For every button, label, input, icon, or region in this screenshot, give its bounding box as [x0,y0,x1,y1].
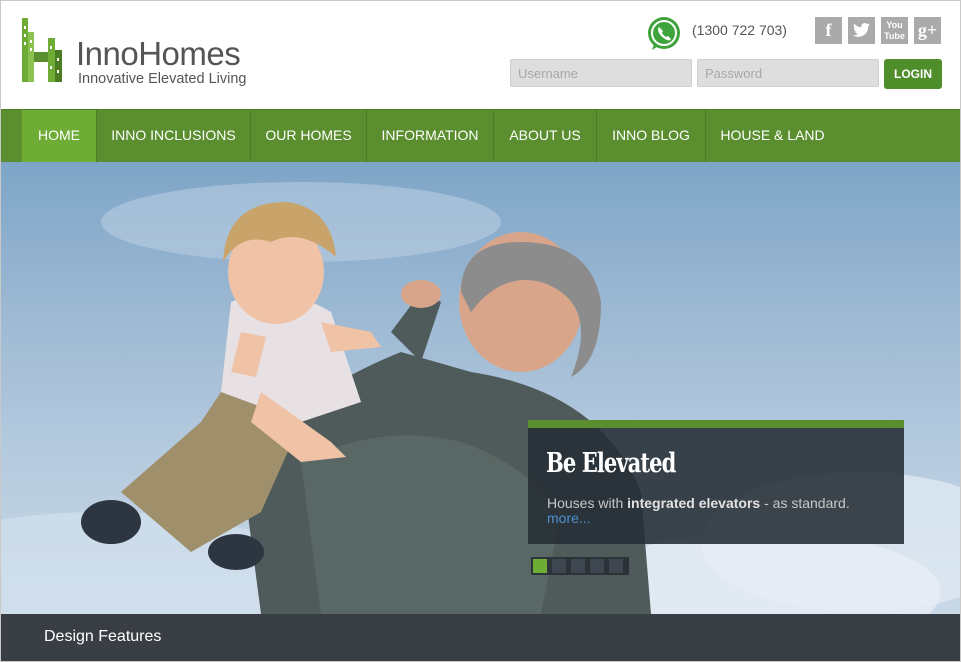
slide-dot-5[interactable] [609,559,623,573]
nav-item-inno-inclusions[interactable]: INNO INCLUSIONS [97,110,251,162]
slide-caption-text: Houses with integrated elevators - as st… [547,495,850,511]
slide-caption: Be Elevated Houses with integrated eleva… [528,420,904,544]
hero-photo [1,182,960,614]
design-features-title: Design Features [44,628,162,645]
username-input[interactable] [510,59,692,87]
twitter-icon[interactable] [848,17,875,44]
page: InnoHomes Innovative Elevated Living (13… [0,0,961,662]
slide-dot-1[interactable] [533,559,547,573]
whatsapp-icon[interactable] [646,16,682,52]
brand-logo[interactable]: InnoHomes Innovative Elevated Living [20,16,270,91]
hero-slider: Be Elevated Houses with integrated eleva… [1,162,960,614]
design-features-section: Design Features [1,614,960,661]
youtube-icon[interactable]: You Tube [881,17,908,44]
google-plus-icon[interactable]: g+ [914,17,941,44]
password-input[interactable] [697,59,879,87]
slide-dot-2[interactable] [552,559,566,573]
brand-tagline: Innovative Elevated Living [78,71,247,87]
nav-item-home[interactable]: HOME [22,110,97,162]
brand-name: InnoHomes [76,35,241,72]
nav-item-inno-blog[interactable]: INNO BLOG [597,110,706,162]
slide-caption-title: Be Elevated [546,448,676,479]
nav-item-our-homes[interactable]: OUR HOMES [251,110,367,162]
more-link[interactable]: more... [547,510,591,526]
login-button[interactable]: LOGIN [884,59,942,89]
phone-number: (1300 722 703) [692,22,787,38]
slide-dot-4[interactable] [590,559,604,573]
nav-item-information[interactable]: INFORMATION [367,110,494,162]
nav-item-about-us[interactable]: ABOUT US [494,110,597,162]
building-logo-icon [22,18,62,82]
main-nav: HOME INNO INCLUSIONS OUR HOMES INFORMATI… [1,109,960,162]
nav-item-house-and-land[interactable]: HOUSE & LAND [706,110,839,162]
facebook-icon[interactable]: f [815,17,842,44]
slide-dot-3[interactable] [571,559,585,573]
slide-pagination [531,557,629,575]
